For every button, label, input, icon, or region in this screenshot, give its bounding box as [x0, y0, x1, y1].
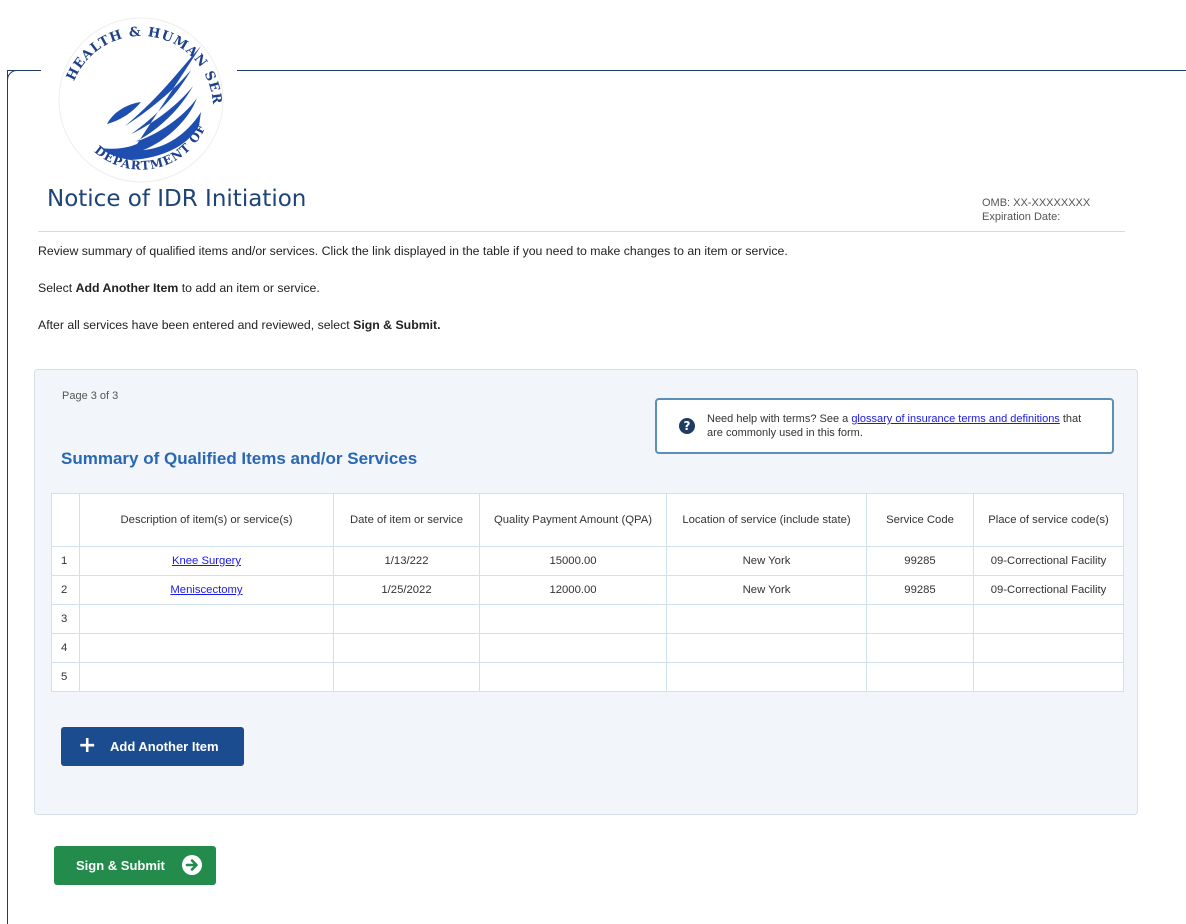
- glossary-help-box: ? Need help with terms? See a glossary o…: [655, 398, 1114, 454]
- sign-submit-label: Sign & Submit: [76, 858, 165, 873]
- page-frame-left: [7, 70, 8, 924]
- col-header-qpa: Quality Payment Amount (QPA): [479, 493, 667, 547]
- add-another-item-button[interactable]: + Add Another Item: [61, 727, 244, 766]
- table-row: 3: [51, 604, 1124, 634]
- instruction-add-item: Select Add Another Item to add an item o…: [38, 281, 320, 295]
- description-cell: Knee Surgery: [79, 546, 334, 576]
- col-header-location: Location of service (include state): [666, 493, 867, 547]
- description-cell: [79, 604, 334, 634]
- instruction-add-suffix: to add an item or service.: [178, 281, 320, 295]
- page-frame-corner: [7, 70, 26, 89]
- hhs-seal-logo: HEALTH & HUMAN SERVICES·USA DEPARTMENT O…: [41, 8, 237, 186]
- item-link-meniscectomy[interactable]: Meniscectomy: [170, 584, 242, 596]
- place-code-cell: [973, 662, 1124, 692]
- row-number: 3: [51, 604, 80, 634]
- place-code-cell: [973, 633, 1124, 663]
- arrow-right-circle-icon: [182, 855, 202, 875]
- service-code-cell: 99285: [866, 546, 974, 576]
- description-cell: [79, 662, 334, 692]
- qpa-cell: 15000.00: [479, 546, 667, 576]
- col-header-number: [51, 493, 80, 547]
- date-cell: 1/25/2022: [333, 575, 480, 605]
- qualified-items-table: Description of item(s) or service(s) Dat…: [51, 493, 1124, 692]
- qpa-cell: [479, 604, 667, 634]
- qpa-cell: 12000.00: [479, 575, 667, 605]
- location-cell: New York: [666, 546, 867, 576]
- instruction-submit-emphasis: Sign & Submit.: [353, 318, 441, 332]
- description-cell: [79, 633, 334, 663]
- summary-heading: Summary of Qualified Items and/or Servic…: [61, 449, 418, 468]
- instruction-submit: After all services have been entered and…: [38, 318, 441, 332]
- qpa-cell: [479, 633, 667, 663]
- row-number: 5: [51, 662, 80, 692]
- description-cell: Meniscectomy: [79, 575, 334, 605]
- col-header-date: Date of item or service: [333, 493, 480, 547]
- date-cell: [333, 662, 480, 692]
- question-circle-icon: ?: [679, 418, 695, 434]
- plus-icon: +: [78, 733, 97, 758]
- row-number: 1: [51, 546, 80, 576]
- page-indicator: Page 3 of 3: [62, 390, 119, 402]
- row-number: 4: [51, 633, 80, 663]
- col-header-service-code: Service Code: [866, 493, 974, 547]
- instruction-submit-prefix: After all services have been entered and…: [38, 318, 354, 332]
- glossary-link[interactable]: glossary of insurance terms and definiti…: [851, 413, 1060, 425]
- instruction-add-emphasis: Add Another Item: [75, 281, 179, 295]
- omb-info: OMB: XX-XXXXXXXX Expiration Date:: [982, 196, 1090, 224]
- service-code-cell: [866, 662, 974, 692]
- title-divider: [38, 231, 1125, 232]
- table-row: 4: [51, 633, 1124, 663]
- instruction-add-prefix: Select: [38, 281, 76, 295]
- service-code-cell: [866, 633, 974, 663]
- col-header-description: Description of item(s) or service(s): [79, 493, 334, 547]
- date-cell: [333, 604, 480, 634]
- place-code-cell: 09-Correctional Facility: [973, 546, 1124, 576]
- row-number: 2: [51, 575, 80, 605]
- place-code-cell: [973, 604, 1124, 634]
- table-row: 5: [51, 662, 1124, 692]
- add-another-item-label: Add Another Item: [110, 739, 219, 754]
- date-cell: 1/13/222: [333, 546, 480, 576]
- place-code-cell: 09-Correctional Facility: [973, 575, 1124, 605]
- item-link-knee-surgery[interactable]: Knee Surgery: [172, 555, 241, 567]
- instruction-review: Review summary of qualified items and/or…: [38, 244, 788, 258]
- service-code-cell: [866, 604, 974, 634]
- table-row: 1 Knee Surgery 1/13/222 15000.00 New Yor…: [51, 546, 1124, 576]
- qpa-cell: [479, 662, 667, 692]
- col-header-place-code: Place of service code(s): [973, 493, 1124, 547]
- glossary-help-text: Need help with terms? See a glossary of …: [707, 412, 1097, 440]
- sign-submit-button[interactable]: Sign & Submit: [54, 846, 216, 885]
- date-cell: [333, 633, 480, 663]
- location-cell: [666, 662, 867, 692]
- location-cell: New York: [666, 575, 867, 605]
- expiration-date: Expiration Date:: [982, 211, 1061, 223]
- service-code-cell: 99285: [866, 575, 974, 605]
- location-cell: [666, 604, 867, 634]
- table-header-row: Description of item(s) or service(s) Dat…: [51, 493, 1124, 547]
- location-cell: [666, 633, 867, 663]
- help-prefix: Need help with terms? See a: [707, 413, 852, 425]
- table-row: 2 Meniscectomy 1/25/2022 12000.00 New Yo…: [51, 575, 1124, 605]
- omb-number: OMB: XX-XXXXXXXX: [982, 197, 1091, 209]
- page-title: Notice of IDR Initiation: [47, 186, 307, 212]
